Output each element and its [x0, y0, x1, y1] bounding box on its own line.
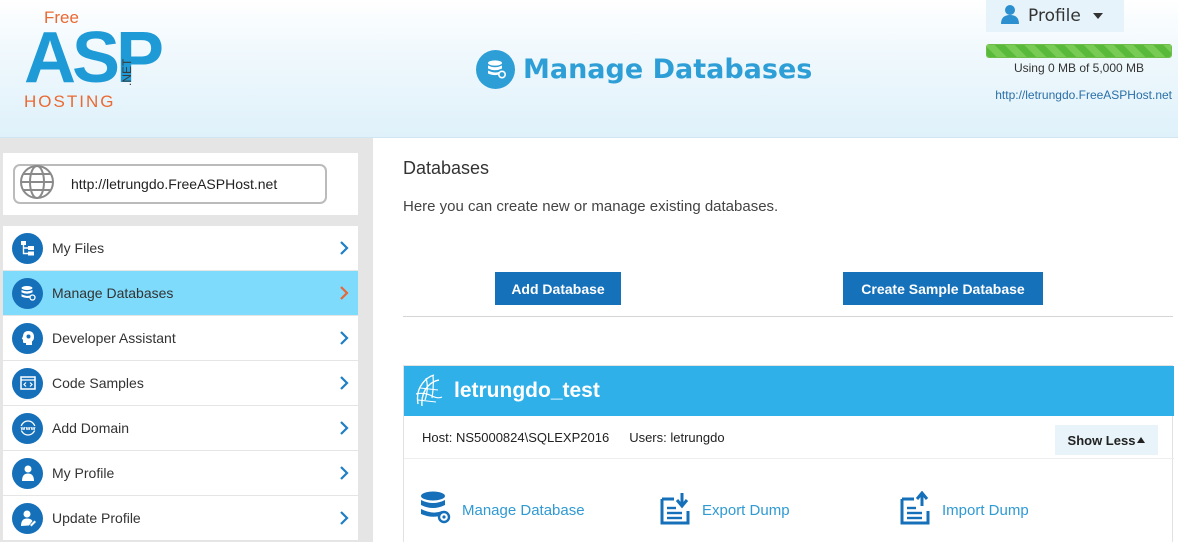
chevron-right-icon: [339, 510, 349, 531]
www-icon: www: [12, 412, 43, 444]
storage-usage-bar: [986, 44, 1172, 58]
sidebar-item-label: Add Domain: [52, 420, 130, 436]
sidebar-nav: My Files Manage Databases Developer Assi…: [3, 226, 358, 541]
header: Free ASP HOSTING .NET Manage Databases P…: [0, 0, 1178, 138]
caret-up-icon: [1137, 437, 1146, 443]
sql-server-icon: [412, 370, 444, 413]
storage-usage-text: Using 0 MB of 5,000 MB: [1013, 61, 1145, 75]
manage-database-label: Manage Database: [462, 501, 585, 519]
section-heading: Databases: [403, 158, 490, 178]
database-card: letrungdo_test Host: NS5000824\SQLEXP201…: [403, 365, 1174, 542]
chevron-right-icon: [339, 330, 349, 351]
add-database-button[interactable]: Add Database: [495, 272, 621, 305]
chevron-right-icon: [339, 465, 349, 486]
user-icon: [1000, 4, 1020, 29]
site-url-card: http://letrungdo.FreeASPHost.net: [3, 153, 358, 215]
profile-label: Profile: [1028, 6, 1081, 26]
main-content: Databases Here you can create new or man…: [373, 138, 1178, 542]
logo-hosting-text: HOSTING: [24, 92, 116, 111]
import-icon: [900, 490, 932, 530]
database-settings-icon: [476, 49, 515, 89]
create-sample-database-button[interactable]: Create Sample Database: [843, 272, 1043, 305]
import-dump-label: Import Dump: [942, 501, 1029, 519]
export-dump-action[interactable]: Export Dump: [660, 490, 790, 530]
site-url-link[interactable]: http://letrungdo.FreeASPHost.net: [995, 88, 1172, 102]
show-less-label: Show Less: [1067, 432, 1136, 448]
page-title-area: Manage Databases: [476, 49, 812, 89]
chevron-right-icon: [339, 240, 349, 261]
logo-asp-text: ASP: [24, 18, 164, 98]
sidebar-item-label: Manage Databases: [52, 285, 174, 301]
user-icon: [12, 457, 43, 489]
sidebar-item-label: My Profile: [52, 465, 115, 481]
sidebar-item-manage-databases[interactable]: Manage Databases: [3, 271, 358, 315]
sidebar-item-label: Update Profile: [52, 510, 141, 526]
database-host: Host: NS5000824\SQLEXP2016: [422, 430, 610, 445]
divider: [403, 316, 1173, 317]
storage-usage-fill: [987, 45, 1171, 57]
sidebar-item-code-samples[interactable]: Code Samples: [3, 361, 358, 405]
sidebar-item-update-profile[interactable]: Update Profile: [3, 496, 358, 540]
chevron-right-icon: [339, 375, 349, 396]
show-less-button[interactable]: Show Less: [1055, 425, 1158, 455]
site-url-text: http://letrungdo.FreeASPHost.net: [71, 176, 278, 192]
divider: [404, 458, 1174, 459]
export-dump-label: Export Dump: [702, 501, 790, 519]
export-icon: [660, 491, 692, 530]
sidebar-item-label: Developer Assistant: [52, 330, 176, 346]
developer-head-icon: [12, 322, 43, 354]
database-info: Host: NS5000824\SQLEXP2016 Users: letrung…: [422, 430, 725, 445]
globe-icon: [17, 164, 57, 205]
site-url-box[interactable]: http://letrungdo.FreeASPHost.net: [13, 164, 327, 204]
sidebar-item-add-domain[interactable]: www Add Domain: [3, 406, 358, 450]
profile-dropdown-button[interactable]: Profile: [986, 0, 1124, 32]
svg-text:www: www: [20, 426, 35, 432]
database-icon: [418, 490, 452, 531]
chevron-right-icon: [339, 420, 349, 441]
freeasphosting-logo[interactable]: Free ASP HOSTING .NET: [22, 8, 164, 118]
files-icon: [12, 232, 43, 264]
database-users: Users: letrungdo: [629, 430, 725, 445]
database-name: letrungdo_test: [454, 379, 600, 402]
sidebar-item-label: Code Samples: [52, 375, 144, 391]
sidebar-item-developer-assistant[interactable]: Developer Assistant: [3, 316, 358, 360]
sidebar-item-my-profile[interactable]: My Profile: [3, 451, 358, 495]
logo-net-text: .NET: [120, 58, 134, 86]
sidebar-item-my-files[interactable]: My Files: [3, 226, 358, 270]
section-description: Here you can create new or manage existi…: [403, 198, 779, 215]
manage-database-action[interactable]: Manage Database: [418, 490, 585, 530]
page-title: Manage Databases: [523, 53, 813, 85]
user-edit-icon: [12, 502, 43, 534]
sidebar: http://letrungdo.FreeASPHost.net My File…: [0, 138, 373, 542]
chevron-down-icon: [1092, 13, 1103, 19]
database-icon: [12, 277, 43, 309]
chevron-right-icon: [339, 285, 349, 306]
code-icon: [12, 367, 43, 399]
import-dump-action[interactable]: Import Dump: [900, 490, 1029, 530]
database-card-header: letrungdo_test: [404, 366, 1174, 416]
sidebar-item-label: My Files: [52, 240, 105, 256]
